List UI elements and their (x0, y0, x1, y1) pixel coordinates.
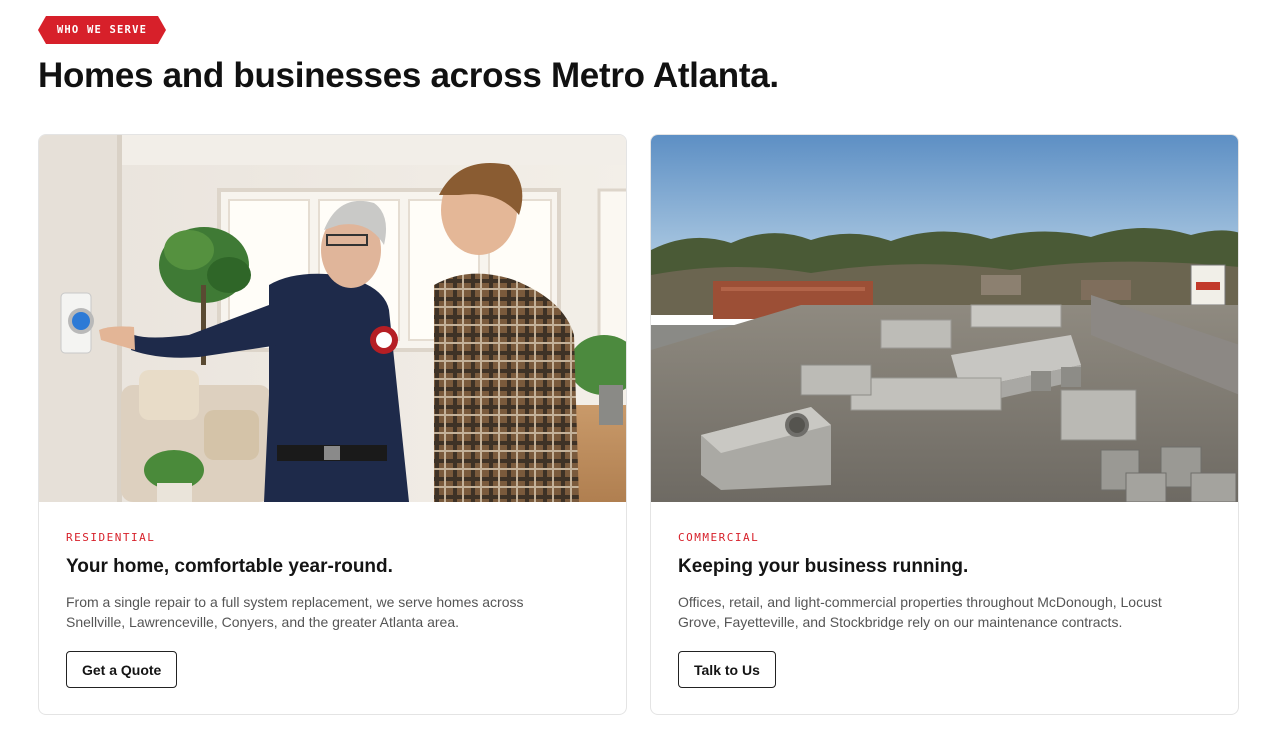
residential-card: RESIDENTIAL Your home, comfortable year-… (38, 134, 627, 715)
commercial-photo-image (651, 135, 1238, 502)
residential-category: RESIDENTIAL (66, 531, 156, 544)
commercial-category: COMMERCIAL (678, 531, 760, 544)
commercial-card: COMMERCIAL Keeping your business running… (650, 134, 1239, 715)
commercial-photo (651, 135, 1238, 502)
commercial-title: Keeping your business running. (678, 556, 969, 577)
residential-title: Your home, comfortable year-round. (66, 556, 393, 577)
talk-to-us-button[interactable]: Talk to Us (678, 651, 776, 688)
residential-photo-image (39, 135, 626, 502)
residential-description: From a single repair to a full system re… (66, 594, 524, 630)
commercial-description: Offices, retail, and light-commercial pr… (678, 594, 1162, 630)
section-tag: WHO WE SERVE (38, 16, 166, 44)
get-quote-button[interactable]: Get a Quote (66, 651, 178, 688)
section-headline: Homes and businesses across Metro Atlant… (38, 56, 779, 95)
residential-photo (39, 135, 626, 502)
